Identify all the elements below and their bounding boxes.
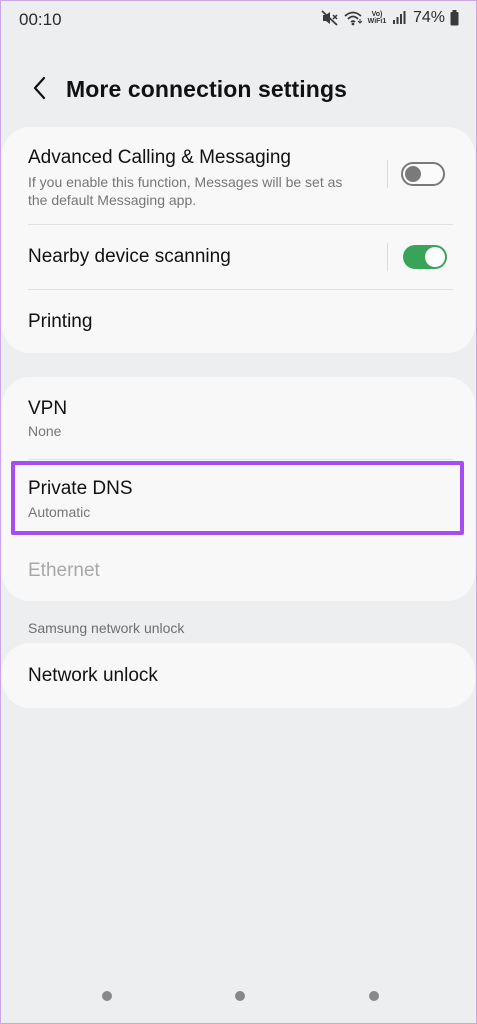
ethernet-title: Ethernet	[28, 560, 100, 581]
printing-row[interactable]: Printing	[2, 290, 475, 353]
settings-card-calling: Advanced Calling & Messaging If you enab…	[2, 127, 475, 353]
toggle-knob	[405, 166, 421, 182]
network-unlock-row[interactable]: Network unlock	[2, 643, 475, 708]
settings-card-unlock: Network unlock	[2, 643, 475, 708]
toggle-separator	[387, 160, 388, 188]
wifi-icon	[344, 11, 362, 26]
chevron-left-icon	[32, 76, 46, 105]
vpn-row[interactable]: VPN None	[2, 377, 475, 459]
volte-label: Vo)	[371, 11, 383, 18]
signal-icon	[392, 11, 406, 25]
volte-wifi-icon: Vo) WiFi1	[367, 11, 387, 25]
battery-percent: 74%	[412, 9, 445, 26]
nav-recents-button[interactable]	[102, 991, 112, 1001]
private-dns-row[interactable]: Private DNS Automatic	[2, 461, 475, 535]
toggle-separator	[387, 243, 388, 271]
samsung-network-unlock-header: Samsung network unlock	[28, 620, 185, 636]
back-button[interactable]	[24, 74, 54, 106]
nearby-scanning-toggle[interactable]	[403, 245, 447, 269]
page-header: More connection settings	[0, 70, 477, 110]
wifi-calling-label: WiFi1	[367, 18, 387, 25]
status-bar: 00:10 Vo) WiFi1 74%	[0, 0, 477, 40]
divider	[28, 459, 453, 460]
printing-title: Printing	[28, 311, 93, 332]
battery-icon	[450, 10, 459, 26]
network-unlock-title: Network unlock	[28, 665, 158, 686]
settings-card-network: VPN None Private DNS Automatic Ethernet	[2, 377, 475, 601]
page-title: More connection settings	[66, 76, 347, 102]
advanced-calling-row[interactable]: Advanced Calling & Messaging If you enab…	[2, 127, 475, 224]
private-dns-title: Private DNS	[28, 478, 133, 499]
nav-back-button[interactable]	[369, 991, 379, 1001]
advanced-calling-toggle[interactable]	[401, 162, 445, 186]
advanced-calling-description-line2: the default Messaging app.	[28, 192, 197, 208]
ethernet-row: Ethernet	[2, 537, 475, 601]
private-dns-subtitle: Automatic	[28, 504, 91, 520]
status-time: 00:10	[19, 10, 62, 29]
status-icons: Vo) WiFi1 74%	[321, 9, 459, 27]
nav-home-button[interactable]	[235, 991, 245, 1001]
vpn-title: VPN	[28, 398, 68, 419]
nearby-scanning-row[interactable]: Nearby device scanning	[2, 225, 475, 289]
advanced-calling-description-line1: If you enable this function, Messages wi…	[28, 174, 343, 190]
advanced-calling-title: Advanced Calling & Messaging	[28, 147, 291, 168]
vpn-subtitle: None	[28, 423, 62, 439]
toggle-knob	[425, 247, 445, 267]
mute-icon	[321, 10, 339, 26]
nearby-scanning-title: Nearby device scanning	[28, 246, 231, 267]
